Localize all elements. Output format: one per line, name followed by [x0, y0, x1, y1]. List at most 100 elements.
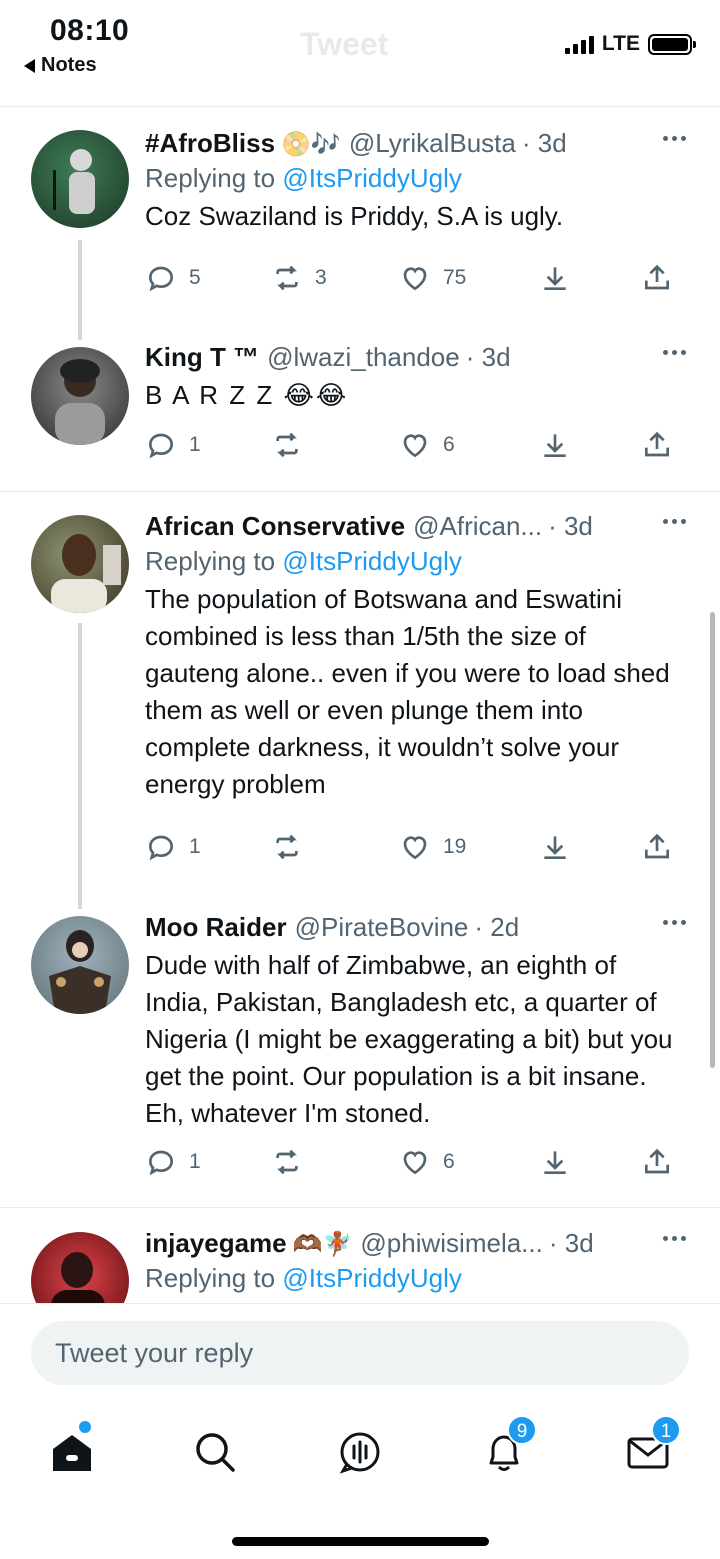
- like-button[interactable]: 6: [399, 1146, 455, 1178]
- like-button[interactable]: 19: [399, 831, 466, 863]
- scrollbar[interactable]: [710, 612, 715, 1068]
- reply-button[interactable]: 1: [145, 831, 201, 863]
- download-icon: [544, 434, 566, 457]
- heart-icon: [403, 267, 427, 291]
- retweet-button[interactable]: [271, 429, 303, 461]
- back-to-app-button[interactable]: Notes: [24, 54, 97, 77]
- more-options-icon[interactable]: [663, 350, 686, 355]
- retweet-count: 3: [315, 266, 327, 289]
- back-app-label: Notes: [41, 54, 97, 76]
- download-button[interactable]: [539, 1146, 571, 1178]
- tab-search[interactable]: [190, 1427, 240, 1477]
- retweet-icon: [276, 265, 298, 291]
- name-emoji: 🫶🏾🧚🏾: [292, 1231, 353, 1258]
- tweet-text: B A R Z Z 😂😂: [145, 380, 349, 410]
- avatar[interactable]: [31, 1232, 129, 1303]
- author-handle[interactable]: @African...: [413, 511, 542, 542]
- heart-icon: [403, 836, 427, 860]
- tweet-actions: 1 6: [145, 1146, 685, 1186]
- author-name[interactable]: injayegame: [145, 1228, 287, 1259]
- reply-input[interactable]: Tweet your reply: [31, 1321, 689, 1385]
- download-button[interactable]: [539, 831, 571, 863]
- tab-messages[interactable]: 1: [623, 1415, 681, 1477]
- tweet-text: Dude with half of Zimbabwe, an eighth of…: [145, 950, 673, 1128]
- share-button[interactable]: [641, 1146, 673, 1178]
- tab-home[interactable]: [47, 1421, 97, 1477]
- like-count: 19: [443, 835, 467, 858]
- download-button[interactable]: [539, 429, 571, 461]
- tweet-time: · 3d: [548, 511, 593, 541]
- tweet-text: The population of Botswana and Eswatini …: [145, 584, 670, 799]
- retweet-icon: [276, 1149, 298, 1175]
- share-icon: [645, 1148, 669, 1174]
- tweet-actions: 5 3 75: [145, 262, 685, 302]
- author-name[interactable]: Moo Raider: [145, 912, 287, 943]
- replying-to-label: Replying to: [145, 163, 276, 193]
- search-icon: [196, 1433, 235, 1472]
- more-options-icon[interactable]: [663, 519, 686, 524]
- tweet-reply[interactable]: African Conservative @African... · 3d Re…: [0, 511, 720, 909]
- replying-to-label: Replying to: [145, 1263, 276, 1293]
- author-handle[interactable]: @PirateBovine: [295, 912, 469, 943]
- replying-to: Replying to @ItsPriddyUgly: [145, 163, 686, 194]
- home-icon: [53, 1435, 91, 1471]
- more-options-icon[interactable]: [663, 920, 686, 925]
- avatar[interactable]: [31, 515, 129, 613]
- like-button[interactable]: 75: [399, 262, 466, 294]
- tweet-time: · 2d: [474, 912, 520, 942]
- share-button[interactable]: [641, 429, 673, 461]
- more-options-icon[interactable]: [663, 136, 686, 141]
- reply-button[interactable]: 1: [145, 1146, 201, 1178]
- thread-line: [78, 623, 82, 909]
- replying-to: Replying to @ItsPriddyUgly: [145, 546, 686, 577]
- status-time: 08:10: [50, 14, 130, 47]
- retweet-icon: [276, 834, 298, 860]
- download-button[interactable]: [539, 262, 571, 294]
- replying-to-label: Replying to: [145, 546, 276, 576]
- download-icon: [544, 267, 566, 290]
- like-button[interactable]: 6: [399, 429, 455, 461]
- spaces-icon: [339, 1432, 380, 1474]
- retweet-button[interactable]: [271, 831, 303, 863]
- tab-spaces[interactable]: [335, 1427, 385, 1477]
- avatar[interactable]: [31, 916, 129, 1014]
- author-name[interactable]: African Conservative: [145, 511, 405, 542]
- avatar[interactable]: [31, 130, 129, 228]
- reply-button[interactable]: 1: [145, 429, 201, 461]
- retweet-button[interactable]: 3: [271, 262, 327, 294]
- mention-link[interactable]: @ItsPriddyUgly: [282, 163, 462, 193]
- tweet-reply[interactable]: injayegame 🫶🏾🧚🏾 @phiwisimela... · 3d Rep…: [0, 1228, 720, 1303]
- share-button[interactable]: [641, 831, 673, 863]
- author-name[interactable]: #AfroBliss: [145, 128, 275, 159]
- reply-icon: [148, 1150, 174, 1176]
- tab-bar: 9 1: [0, 1409, 720, 1489]
- like-count: 6: [443, 433, 455, 456]
- reply-button[interactable]: 5: [145, 262, 201, 294]
- tweet-time: · 3d: [465, 342, 511, 372]
- system-indicators: LTE: [564, 32, 696, 56]
- author-handle[interactable]: @lwazi_thandoe: [267, 342, 460, 373]
- author-handle[interactable]: @LyrikalBusta: [349, 128, 516, 159]
- author-name[interactable]: King T ™: [145, 342, 259, 373]
- more-options-icon[interactable]: [663, 1236, 686, 1241]
- reply-count: 1: [189, 433, 201, 456]
- download-icon: [544, 836, 566, 859]
- heart-icon: [403, 434, 427, 458]
- tweet-time: · 3d: [521, 128, 567, 158]
- thread-separator: [0, 491, 720, 492]
- tweet-actions: 1 6: [145, 429, 685, 469]
- tweet-reply[interactable]: Moo Raider @PirateBovine · 2d Dude with …: [0, 912, 720, 1207]
- author-handle[interactable]: @phiwisimela...: [360, 1228, 542, 1259]
- avatar[interactable]: [31, 347, 129, 445]
- battery-icon: [648, 33, 696, 55]
- mention-link[interactable]: @ItsPriddyUgly: [282, 1263, 462, 1293]
- header-divider: [0, 106, 720, 107]
- name-emoji: 📀🎶: [281, 131, 341, 158]
- tab-notifications[interactable]: 9: [479, 1415, 537, 1477]
- like-count: 75: [443, 266, 467, 289]
- mention-link[interactable]: @ItsPriddyUgly: [282, 546, 462, 576]
- retweet-button[interactable]: [271, 1146, 303, 1178]
- share-button[interactable]: [641, 262, 673, 294]
- tweet-reply[interactable]: King T ™ @lwazi_thandoe · 3d B A R Z Z 😂…: [0, 342, 720, 492]
- tweet-text: Coz Swaziland is Priddy, S.A is ugly.: [145, 201, 564, 231]
